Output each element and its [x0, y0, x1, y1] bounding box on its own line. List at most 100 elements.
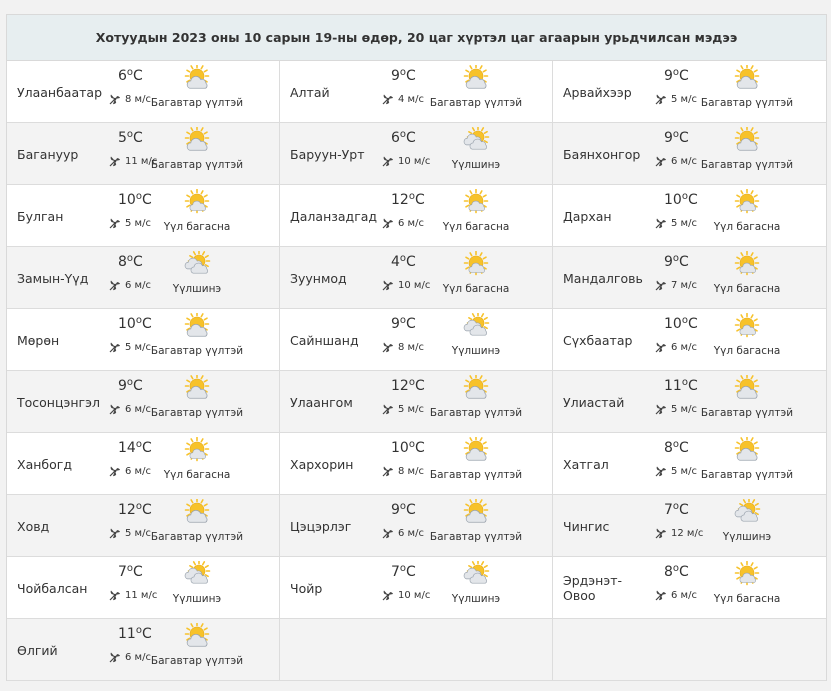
wind-icon [382, 465, 398, 477]
condition-text: Үүл багасна [163, 469, 231, 481]
city-name: Ховд [17, 518, 50, 534]
wind-speed: 5 м/с [671, 93, 697, 105]
city-name: Булган [17, 208, 64, 224]
wind-icon [655, 341, 671, 353]
wind-speed: 5 м/с [671, 217, 697, 229]
temperature: 8оC [664, 439, 689, 456]
temperature-unit: C [679, 502, 689, 518]
temperature-unit: C [141, 626, 152, 642]
wind-icon [109, 403, 125, 415]
city-name: Улиастай [563, 394, 625, 410]
temperature-unit: C [141, 502, 152, 518]
city-name: Сүхбаатар [563, 332, 633, 348]
temperature-unit: C [406, 254, 416, 270]
wind-speed: 4 м/с [398, 93, 424, 105]
city-cell: Алтай 9оC 4 м/с Багавтар үүлтэй [280, 61, 553, 123]
wind-speed: 6 м/с [671, 589, 697, 601]
temperature: 9оC [391, 501, 416, 518]
city-name: Дархан [563, 208, 612, 224]
wind: 6 м/с [382, 527, 424, 539]
wind-speed: 6 м/с [398, 527, 424, 539]
city-name: Хархорин [290, 456, 354, 472]
mostly-sunny-icon [183, 436, 211, 463]
wind: 6 м/с [109, 651, 151, 663]
temperature-unit: C [133, 378, 143, 394]
wind: 10 м/с [382, 155, 430, 167]
city-name: Чойр [290, 580, 323, 596]
mostly-sunny-icon [733, 560, 761, 587]
city-cell: Чойр 7оC 10 м/с Үүлшинэ [280, 557, 553, 619]
condition-text: Үүл багасна [713, 593, 781, 605]
temperature-unit: C [414, 192, 425, 208]
city-name: Алтай [290, 84, 330, 100]
temperature-unit: C [687, 192, 698, 208]
wind-icon [382, 155, 398, 167]
mostly-sunny-icon [183, 188, 211, 215]
temperature-value: 8 [664, 440, 673, 456]
wind-icon [655, 93, 671, 105]
city-cell: Замын-Үүд 8оC 6 м/с Үүлшинэ [7, 247, 280, 309]
wind: 6 м/с [655, 341, 697, 353]
temperature-value: 9 [118, 378, 127, 394]
wind: 5 м/с [655, 93, 697, 105]
cloudy-icon [462, 311, 490, 339]
city-cell: Чойбалсан 7оC 11 м/с Үүлшинэ [7, 557, 280, 619]
condition-text: Багавтар үүлтэй [700, 469, 794, 481]
temperature-value: 5 [118, 130, 127, 146]
wind: 6 м/с [655, 155, 697, 167]
temperature: 14оC [118, 439, 152, 456]
city-cell: Өлгий 11оC 6 м/с Багавтар үүлтэй [7, 619, 280, 681]
wind: 10 м/с [382, 279, 430, 291]
partly-cloudy-icon [183, 125, 211, 153]
condition-text: Үүл багасна [713, 221, 781, 233]
wind: 5 м/с [382, 403, 424, 415]
city-name: Мөрөн [17, 332, 60, 348]
wind: 10 м/с [382, 589, 430, 601]
temperature: 9оC [664, 253, 689, 270]
temperature-unit: C [406, 502, 416, 518]
temperature-value: 8 [118, 254, 127, 270]
city-name: Багануур [17, 146, 79, 162]
city-cell: Сайншанд 9оC 8 м/с Үүлшинэ [280, 309, 553, 371]
city-cell: Цэцэрлэг 9оC 6 м/с Багавтар үүлтэй [280, 495, 553, 557]
wind: 5 м/с [655, 403, 697, 415]
condition-text: Үүл багасна [442, 283, 510, 295]
city-name: Замын-Үүд [17, 270, 89, 286]
wind: 6 м/с [109, 465, 151, 477]
wind-icon [109, 155, 125, 167]
condition-text: Үүлшинэ [451, 593, 501, 605]
temperature-value: 9 [391, 502, 400, 518]
mostly-sunny-icon [733, 250, 761, 277]
temperature-unit: C [414, 440, 425, 456]
wind-speed: 5 м/с [671, 465, 697, 477]
partly-cloudy-icon [462, 373, 490, 401]
city-cell: Даланзадгад 12оC 6 м/с Үүл багасна [280, 185, 553, 247]
temperature: 5оC [118, 129, 143, 146]
wind: 5 м/с [655, 465, 697, 477]
temperature: 8оC [118, 253, 143, 270]
city-cell: Тосонцэнгэл 9оC 6 м/с Багавтар үүлтэй [7, 371, 280, 433]
city-cell: Ховд 12оC 5 м/с Багавтар үүлтэй [7, 495, 280, 557]
city-cell: Баруун-Урт 6оC 10 м/с Үүлшинэ [280, 123, 553, 185]
city-grid: Улаанбаатар 6оC 8 м/с Багавтар үүлтэй Алтай… [7, 61, 826, 681]
temperature-unit: C [133, 564, 143, 580]
city-cell: Мандалговь 9оC 7 м/с Үүл багасна [553, 247, 826, 309]
condition-text: Үүл багасна [713, 283, 781, 295]
city-name: Чингис [563, 518, 610, 534]
cloudy-icon [733, 497, 761, 525]
temperature-unit: C [141, 440, 152, 456]
city-name: Баянхонгор [563, 146, 641, 162]
cloudy-icon [183, 249, 211, 277]
temperature-value: 12 [118, 502, 136, 518]
temperature-unit: C [133, 68, 143, 84]
city-cell: Багануур 5оC 11 м/с Багавтар үүлтэй [7, 123, 280, 185]
condition-text: Үүлшинэ [722, 531, 772, 543]
temperature: 8оC [664, 563, 689, 580]
temperature: 4оC [391, 253, 416, 270]
partly-cloudy-icon [462, 63, 490, 91]
condition-text: Багавтар үүлтэй [150, 97, 244, 109]
mostly-sunny-icon [462, 188, 490, 215]
city-name: Улаанбаатар [17, 84, 103, 100]
wind: 6 м/с [109, 403, 151, 415]
condition-text: Багавтар үүлтэй [150, 531, 244, 543]
